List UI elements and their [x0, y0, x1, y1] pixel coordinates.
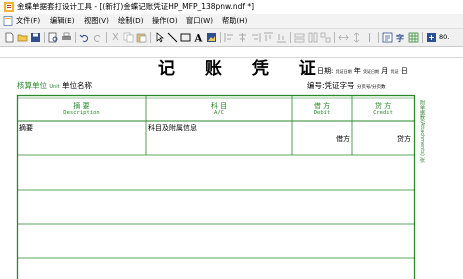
column-header-description: 摘 要 Description — [17, 102, 146, 117]
column-header-credit-cn: 贷 方 — [374, 102, 392, 110]
column-header-debit: 借 方 Debit — [292, 102, 352, 117]
column-header-description-cn: 摘 要 — [73, 102, 90, 110]
attachments-side-label: 附单据数(Attachments) 张 — [419, 100, 425, 163]
column-header-account: 科 目 A/C — [146, 102, 292, 117]
column-header-credit-en: Credit — [373, 110, 393, 116]
column-header-debit-en: Debit — [313, 110, 331, 116]
column-header-description-en: Description — [63, 110, 100, 116]
column-header-debit-cn: 借 方 — [313, 102, 331, 110]
row1-credit-field[interactable]: 贷方 — [352, 135, 411, 144]
column-header-account-cn: 科 目 — [210, 102, 228, 110]
row1-debit-field[interactable]: 借方 — [292, 135, 350, 144]
row1-summary-field[interactable]: 摘要 — [19, 124, 33, 133]
column-header-account-en: A/C — [214, 110, 224, 116]
row1-account-field[interactable]: 科目及附属信息 — [148, 124, 197, 133]
column-header-credit: 贷 方 Credit — [352, 102, 414, 117]
